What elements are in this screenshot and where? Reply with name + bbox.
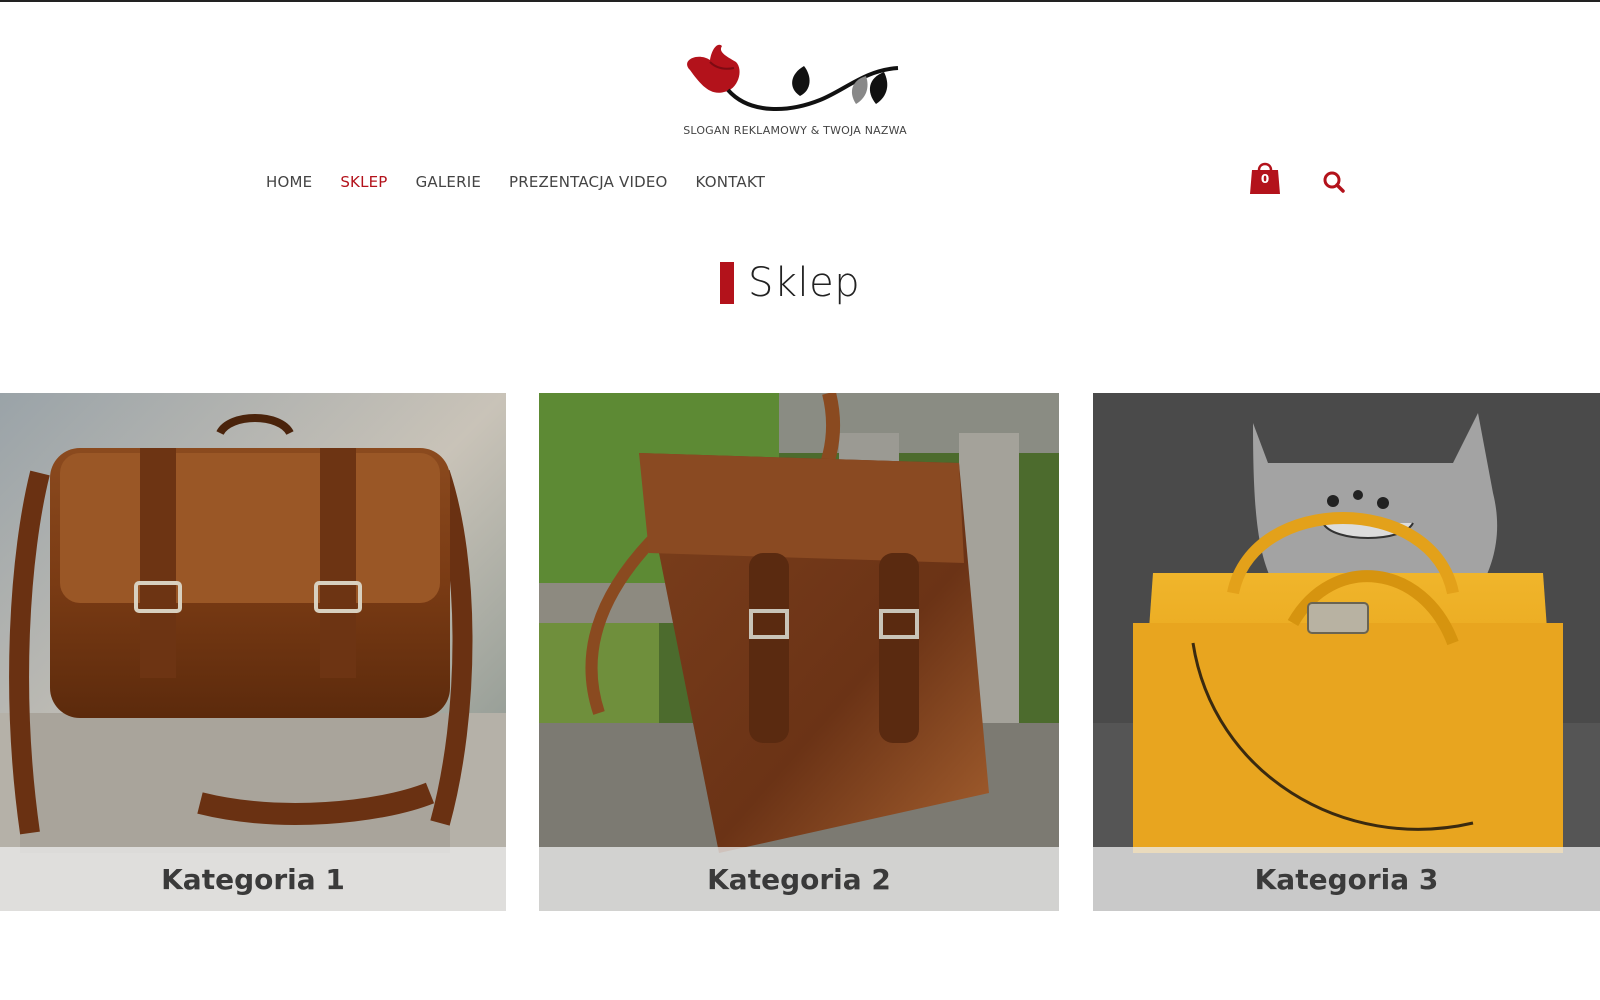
category-label: Kategoria 2 xyxy=(539,847,1059,911)
nav-item-prezentacja-video[interactable]: PREZENTACJA VIDEO xyxy=(509,173,668,191)
main-navigation: HOME SKLEP GALERIE PREZENTACJA VIDEO KON… xyxy=(266,173,793,191)
category-card-3[interactable]: Kategoria 3 xyxy=(1093,393,1600,911)
nav-item-kontakt[interactable]: KONTAKT xyxy=(696,173,766,191)
heading-accent-bar xyxy=(720,262,734,304)
nav-item-home[interactable]: HOME xyxy=(266,173,312,191)
page-heading: Sklep xyxy=(720,260,860,306)
search-icon xyxy=(1323,171,1345,193)
category-image-1 xyxy=(0,393,506,911)
top-border xyxy=(0,0,1600,2)
category-label: Kategoria 1 xyxy=(0,847,506,911)
search-button[interactable] xyxy=(1322,170,1346,194)
cart-count-badge: 0 xyxy=(1260,172,1270,186)
nav-item-sklep[interactable]: SKLEP xyxy=(340,173,387,191)
category-card-1[interactable]: Kategoria 1 xyxy=(0,393,506,911)
page-title: Sklep xyxy=(748,260,861,306)
logo-slogan: SLOGAN REKLAMOWY & TWOJA NAZWA xyxy=(683,124,907,137)
nav-item-galerie[interactable]: GALERIE xyxy=(416,173,481,191)
logo-graphic xyxy=(687,44,899,111)
category-card-2[interactable]: Kategoria 2 xyxy=(539,393,1059,911)
cart-button[interactable]: 0 xyxy=(1250,158,1280,196)
category-image-2 xyxy=(539,393,1059,911)
site-logo[interactable]: SLOGAN REKLAMOWY & TWOJA NAZWA xyxy=(680,40,920,145)
category-label: Kategoria 3 xyxy=(1093,847,1600,911)
category-image-3 xyxy=(1093,393,1600,911)
